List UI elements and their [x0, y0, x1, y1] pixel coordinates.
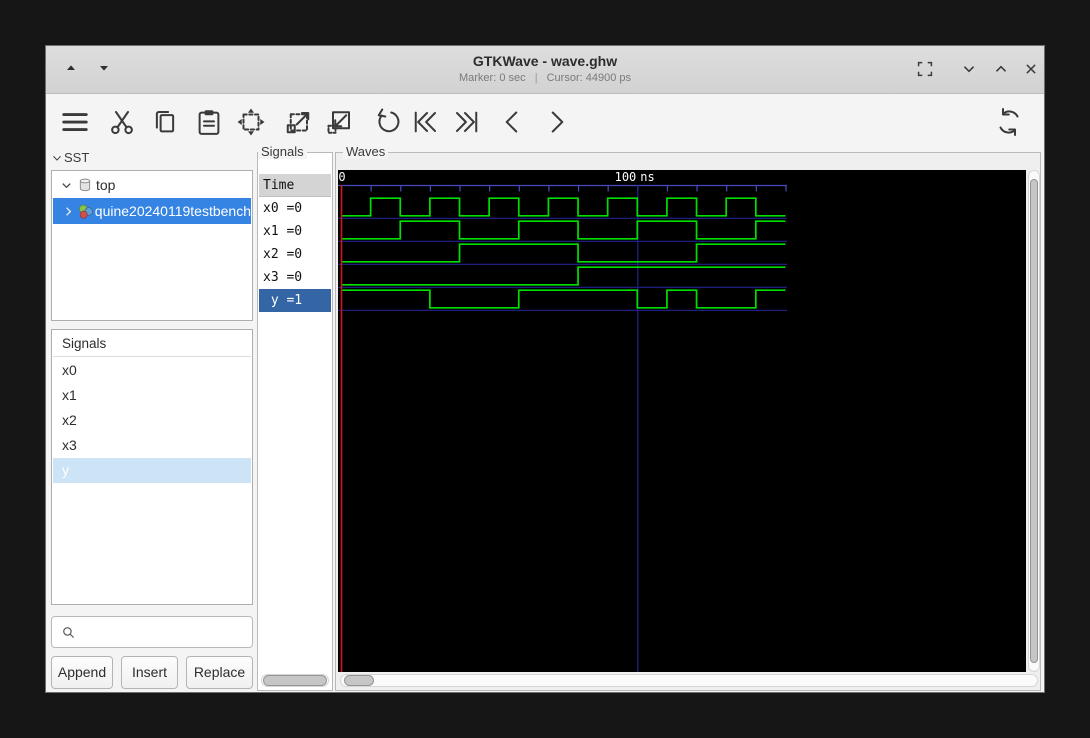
signal-list-item-x0[interactable]: x0 — [53, 358, 251, 383]
waves-hscrollbar-thumb[interactable] — [344, 675, 374, 686]
paste-icon — [198, 110, 220, 135]
signal-browser: Signals x0 x1 x2 x3 y — [51, 329, 253, 605]
names-frame-label: Signals — [258, 144, 307, 159]
restore-button[interactable] — [914, 58, 936, 80]
copy-button[interactable] — [150, 107, 180, 137]
close-icon — [1026, 64, 1036, 74]
undo-button[interactable] — [373, 107, 403, 137]
titlebar: GTKWave - wave.ghw Marker: 0 sec | Curso… — [46, 46, 1044, 94]
window-title: GTKWave - wave.ghw — [472, 53, 618, 69]
signal-list-item-x3[interactable]: x3 — [53, 433, 251, 458]
waves-vscrollbar-thumb[interactable] — [1030, 179, 1038, 663]
next-edge-icon — [551, 111, 564, 133]
next-edge-button[interactable] — [541, 107, 571, 137]
tree-item-label: top — [96, 177, 116, 193]
scope-icon — [79, 178, 91, 192]
status-subtitle: Marker: 0 sec | Cursor: 44900 ps — [46, 72, 1044, 84]
skip-to-start-icon — [414, 111, 436, 133]
expander-down-icon — [62, 182, 71, 188]
undo-icon — [377, 108, 400, 133]
names-panel: Time x0 =0 x1 =0 x2 =0 x3 =0 y =1 — [257, 152, 333, 691]
marker-status: Marker: 0 sec — [458, 72, 526, 84]
signal-list-item-x1[interactable]: x1 — [53, 383, 251, 408]
prev-edge-icon — [505, 111, 518, 133]
cut-icon — [111, 111, 133, 135]
gtkwave-window: GTKWave - wave.ghw Marker: 0 sec | Curso… — [45, 45, 1045, 693]
signal-list-item-x2[interactable]: x2 — [53, 408, 251, 433]
expander-right-icon — [65, 206, 71, 216]
sst-tree: top quine20240119testbench — [51, 170, 253, 321]
chevron-down-icon — [53, 155, 61, 161]
toolbar: From: 0 sec To: 150 ns — [46, 95, 1044, 189]
signal-list-item-y[interactable]: y — [53, 458, 251, 483]
append-button[interactable]: Append — [51, 656, 113, 689]
maximize-button[interactable] — [990, 58, 1012, 80]
zoom-out-icon — [327, 111, 350, 134]
time-header-cell[interactable]: Time — [259, 174, 331, 197]
copy-icon — [155, 111, 175, 133]
waves-hscrollbar-track[interactable] — [340, 674, 1038, 687]
zoom-out-button[interactable] — [324, 107, 354, 137]
signal-browser-header: Signals — [53, 331, 251, 357]
menu-button[interactable] — [60, 107, 90, 137]
reload-button[interactable] — [994, 107, 1024, 137]
signal-search-box — [51, 616, 253, 648]
sst-section-header[interactable]: SST — [50, 150, 89, 165]
chevron-down-icon — [963, 66, 975, 73]
zoom-fit-button[interactable] — [236, 107, 266, 137]
search-icon — [63, 627, 75, 639]
timeline-unit: ns — [640, 170, 654, 184]
skip-to-end-icon — [456, 111, 478, 133]
zoom-fit-icon — [237, 108, 265, 136]
close-button[interactable] — [1020, 58, 1042, 80]
minimize-button[interactable] — [958, 58, 980, 80]
tree-item-quine20240119testbench[interactable]: quine20240119testbench — [53, 198, 251, 224]
names-hscrollbar-track[interactable] — [261, 674, 329, 687]
names-hscrollbar-thumb[interactable] — [263, 675, 327, 686]
signal-name-cell-x1[interactable]: x1 =0 — [259, 220, 331, 243]
search-input[interactable] — [82, 618, 247, 646]
signal-name-cell-x3[interactable]: x3 =0 — [259, 266, 331, 289]
tree-item-label: quine20240119testbench — [94, 203, 251, 219]
waves-panel: 0 100 ns — [335, 152, 1041, 691]
cut-button[interactable] — [107, 107, 137, 137]
waves-vscrollbar-track[interactable] — [1028, 170, 1040, 672]
zoom-in-icon — [286, 112, 310, 134]
signal-name-cell-x2[interactable]: x2 =0 — [259, 243, 331, 266]
signal-name-cell-y[interactable]: y =1 — [259, 289, 331, 312]
prev-edge-button[interactable] — [498, 107, 528, 137]
restore-icon — [917, 61, 933, 77]
signal-name-cell-x0[interactable]: x0 =0 — [259, 197, 331, 220]
timeline-label: 100 — [615, 170, 637, 184]
subtitle-separator: | — [534, 72, 538, 84]
paste-button[interactable] — [194, 107, 224, 137]
menu-icon — [62, 113, 88, 131]
wave-background — [338, 170, 1026, 672]
replace-button[interactable]: Replace — [186, 656, 253, 689]
wave-canvas[interactable]: 0 100 ns — [338, 170, 1026, 672]
zoom-in-button[interactable] — [283, 107, 313, 137]
cursor-status: Cursor: 44900 ps — [546, 72, 631, 84]
insert-button[interactable]: Insert — [121, 656, 178, 689]
module-icon — [78, 204, 93, 219]
reload-icon — [999, 108, 1019, 136]
timeline-label: 0 — [338, 170, 345, 184]
sst-label: SST — [64, 150, 90, 165]
skip-to-end-button[interactable] — [452, 107, 482, 137]
waves-frame-label: Waves — [343, 144, 389, 159]
skip-to-start-button[interactable] — [410, 107, 440, 137]
tree-item-top[interactable]: top — [53, 172, 251, 198]
chevron-up-icon — [995, 65, 1007, 72]
